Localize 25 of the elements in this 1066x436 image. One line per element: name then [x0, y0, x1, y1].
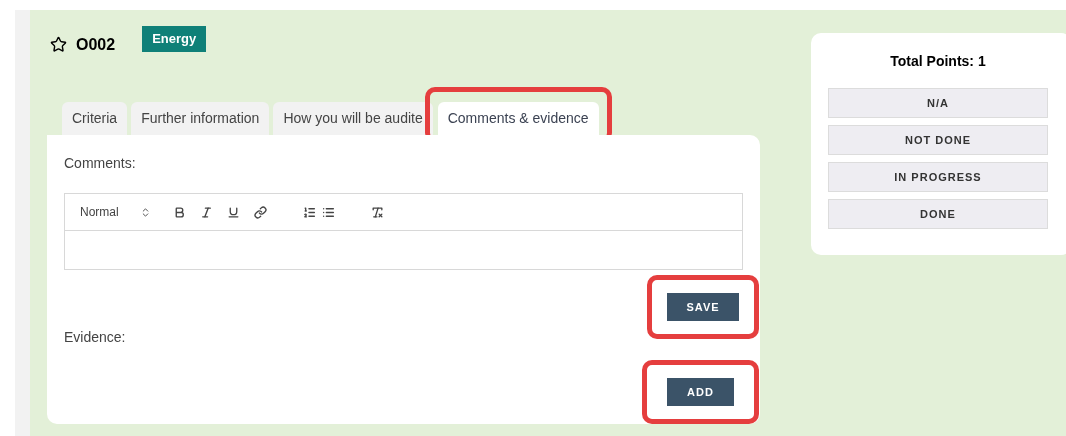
points-title: Total Points: 1 [889, 52, 987, 71]
category-tag: Energy [142, 26, 207, 52]
status-button[interactable]: IN PROGRESS [828, 162, 1048, 192]
save-button[interactable]: SAVE [667, 293, 739, 321]
bold-icon[interactable] [173, 205, 186, 219]
tab[interactable]: Comments & evidence [437, 102, 599, 135]
italic-icon[interactable] [200, 205, 213, 219]
item-code: O002 [76, 34, 116, 55]
status-button[interactable]: NOT DONE [828, 125, 1048, 155]
chevron-icon [140, 206, 151, 218]
tab[interactable]: How you will be audite [273, 102, 433, 135]
link-icon[interactable] [254, 205, 267, 219]
clear-format-icon[interactable] [371, 205, 384, 219]
status-button[interactable]: N/A [828, 88, 1048, 118]
comments-label: Comments: [64, 154, 137, 173]
evidence-label: Evidence: [64, 328, 127, 347]
ordered-list-icon[interactable] [303, 205, 316, 219]
tab[interactable]: Further information [131, 102, 270, 135]
tab[interactable]: Criteria [62, 102, 128, 135]
star-icon[interactable] [50, 36, 67, 54]
add-button[interactable]: ADD [667, 378, 734, 406]
underline-icon[interactable] [227, 205, 240, 219]
style-select[interactable]: Normal [80, 203, 140, 221]
status-button[interactable]: DONE [828, 199, 1048, 229]
bullet-list-icon[interactable] [322, 205, 335, 219]
